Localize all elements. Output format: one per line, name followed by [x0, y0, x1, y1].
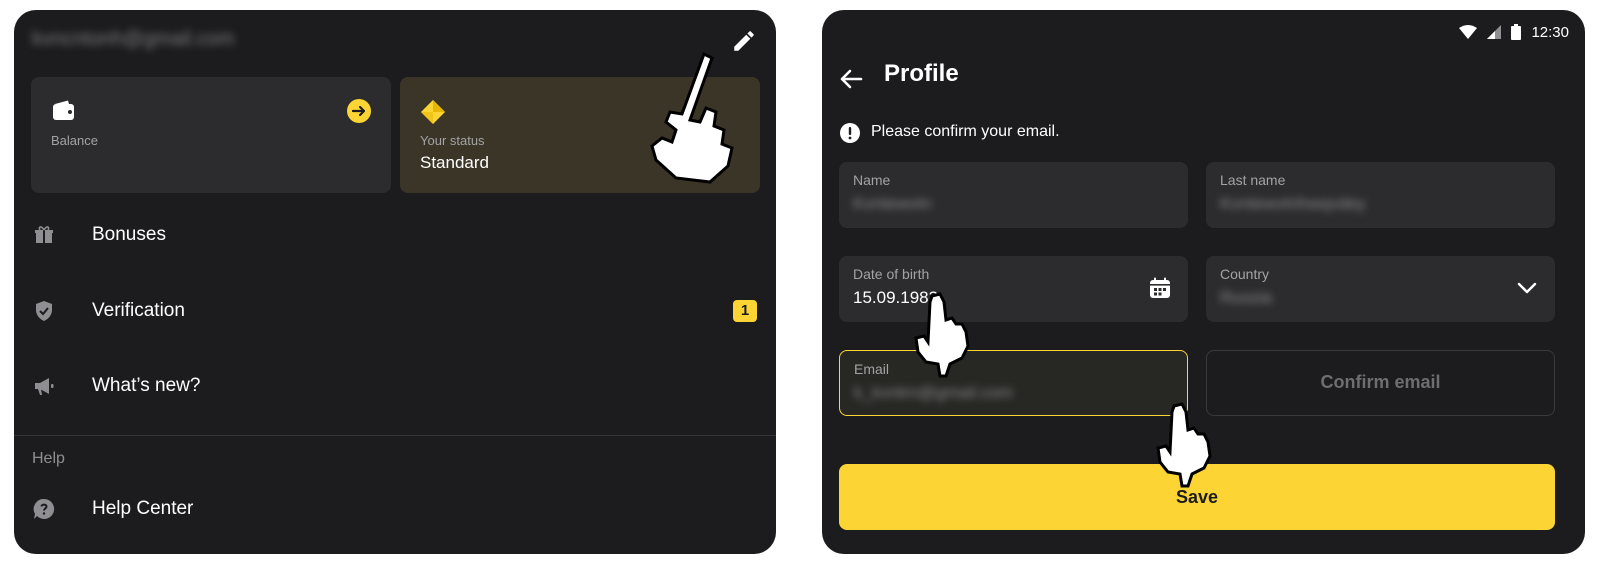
field-value: Kvntewvtnhwqvdey — [1220, 194, 1366, 213]
shield-check-icon — [36, 301, 52, 321]
divider — [14, 435, 776, 436]
balance-card[interactable]: Balance — [31, 77, 391, 193]
field-value: Kvntewvtn — [853, 194, 932, 213]
status-value: Standard — [420, 153, 489, 172]
menu-item-label: What’s new? — [92, 375, 201, 396]
megaphone-icon — [35, 378, 54, 395]
hand-cursor-icon — [914, 292, 970, 378]
help-section-label: Help — [32, 450, 65, 467]
menu-item-whats-new[interactable]: What’s new? — [32, 361, 757, 411]
calendar-icon[interactable] — [1148, 276, 1172, 300]
account-menu-panel: kvncntonh@gmail.com Balance Your status … — [14, 10, 776, 554]
field-label: Date of birth — [853, 266, 930, 282]
notification-badge: 1 — [733, 300, 757, 322]
chevron-down-icon[interactable] — [1515, 276, 1539, 300]
field-label: Name — [853, 172, 891, 188]
confirm-email-button[interactable]: Confirm email — [1206, 350, 1555, 416]
field-label: Email — [854, 361, 890, 377]
country-select[interactable]: Country Russia — [1206, 256, 1555, 322]
hand-cursor-icon — [1156, 402, 1212, 488]
gift-icon — [35, 226, 53, 243]
status-label: Your status — [420, 133, 485, 148]
help-bubble-icon — [33, 498, 55, 519]
last-name-field[interactable]: Last name Kvntewvtnhwqvdey — [1206, 162, 1555, 228]
account-email: kvncntonh@gmail.com — [32, 28, 235, 50]
menu-item-bonuses[interactable]: Bonuses — [32, 210, 757, 260]
email-field[interactable]: Email k_kvntrn@gmail.com — [839, 350, 1188, 416]
wallet-icon — [53, 100, 74, 120]
field-label: Last name — [1220, 172, 1286, 188]
menu-item-verification[interactable]: Verification 1 — [32, 286, 757, 336]
menu-item-help-center[interactable]: Help Center — [32, 484, 757, 534]
arrow-right-icon[interactable] — [347, 99, 371, 123]
balance-label: Balance — [51, 133, 98, 148]
menu-item-label: Bonuses — [92, 224, 166, 245]
profile-panel: 12:30 Profile Please confirm your email.… — [822, 10, 1585, 554]
menu-item-label: Help Center — [92, 498, 194, 519]
menu-item-label: Verification — [92, 300, 185, 321]
field-value: k_kvntrn@gmail.com — [854, 383, 1013, 402]
date-of-birth-field[interactable]: Date of birth 15.09.1983 — [839, 256, 1188, 322]
field-label: Country — [1220, 266, 1270, 282]
hand-cursor-icon — [650, 51, 734, 184]
field-value: Russia — [1220, 288, 1272, 307]
diamond-icon — [421, 100, 445, 124]
name-field[interactable]: Name Kvntewvtn — [839, 162, 1188, 228]
